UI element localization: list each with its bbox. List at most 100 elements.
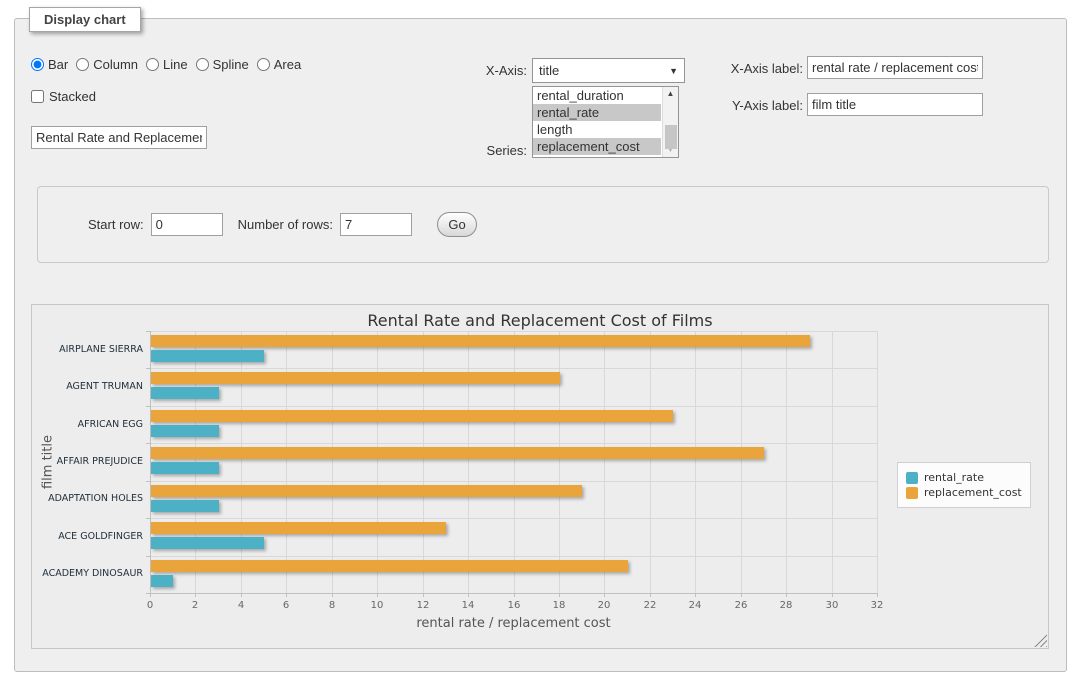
legend-swatch-icon	[906, 487, 918, 499]
chart-container: Rental Rate and Replacement Cost of Film…	[31, 304, 1049, 649]
chart-type-radio-area[interactable]	[257, 58, 270, 71]
gridline	[241, 331, 242, 593]
x-axis-select-label: X-Axis:	[445, 63, 527, 78]
bar-replacement_cost[interactable]	[151, 560, 628, 572]
bar-replacement_cost[interactable]	[151, 410, 673, 422]
bar-rental_rate[interactable]	[151, 575, 173, 587]
chart-type-group: Bar Column Line Spline Area	[31, 57, 309, 72]
chart-type-radio-bar[interactable]	[31, 58, 44, 71]
chart-type-option-spline[interactable]: Spline	[196, 57, 249, 72]
chart-type-label: Spline	[213, 57, 249, 72]
chart-type-radio-line[interactable]	[146, 58, 159, 71]
chart-type-option-line[interactable]: Line	[146, 57, 188, 72]
bar-replacement_cost[interactable]	[151, 447, 764, 459]
scroll-up-icon[interactable]: ▲	[663, 87, 678, 101]
bar-replacement_cost[interactable]	[151, 485, 582, 497]
series-option-rental_rate[interactable]: rental_rate	[533, 104, 661, 121]
gridline	[150, 518, 877, 519]
x-axis-tick-label: 0	[130, 600, 170, 611]
chart-type-radio-column[interactable]	[76, 58, 89, 71]
chart-type-label: Line	[163, 57, 188, 72]
x-axis-tick-label: 30	[812, 600, 852, 611]
series-option-length[interactable]: length	[533, 121, 661, 138]
x-axis-tick-label: 2	[175, 600, 215, 611]
start-row-label: Start row:	[88, 217, 144, 232]
series-option-rental_duration[interactable]: rental_duration	[533, 87, 661, 104]
legend-item-replacement_cost[interactable]: replacement_cost	[906, 486, 1022, 499]
x-axis-tick-label: 26	[721, 600, 761, 611]
gridline	[150, 481, 877, 482]
go-button[interactable]: Go	[437, 212, 477, 237]
legend-item-rental_rate[interactable]: rental_rate	[906, 471, 1022, 484]
gridline	[559, 331, 560, 593]
gridline	[832, 331, 833, 593]
gridline	[150, 443, 877, 444]
bar-rental_rate[interactable]	[151, 500, 219, 512]
bar-rental_rate[interactable]	[151, 350, 264, 362]
bar-rental_rate[interactable]	[151, 425, 219, 437]
x-axis-select[interactable]: title ▼	[532, 58, 685, 83]
chevron-down-icon: ▼	[669, 66, 678, 76]
series-options: rental_durationrental_ratelengthreplacem…	[533, 87, 661, 155]
gridline	[604, 331, 605, 593]
gridline	[377, 331, 378, 593]
series-option-replacement_cost[interactable]: replacement_cost	[533, 138, 661, 155]
series-listbox[interactable]: rental_durationrental_ratelengthreplacem…	[532, 86, 679, 158]
x-axis-label-input[interactable]	[807, 56, 983, 79]
display-chart-fieldset: Display chart BarColumnLineSplineArea St…	[14, 18, 1067, 672]
stacked-checkbox[interactable]	[31, 90, 44, 103]
num-rows-input[interactable]	[340, 213, 412, 236]
chart-type-radio-spline[interactable]	[196, 58, 209, 71]
bar-rental_rate[interactable]	[151, 537, 264, 549]
x-axis-tick-label: 14	[448, 600, 488, 611]
x-axis-tick-label: 10	[357, 600, 397, 611]
x-axis-tick	[877, 593, 878, 597]
x-axis-tick-label: 20	[584, 600, 624, 611]
gridline	[423, 331, 424, 593]
legend-swatch-icon	[906, 472, 918, 484]
y-axis-category-label: ADAPTATION HOLES	[31, 493, 143, 504]
chart-type-option-area[interactable]: Area	[257, 57, 301, 72]
y-axis-label-input[interactable]	[807, 93, 983, 116]
gridline	[786, 331, 787, 593]
resize-grip-icon[interactable]	[1034, 634, 1047, 647]
gridline	[514, 331, 515, 593]
bar-rental_rate[interactable]	[151, 387, 219, 399]
x-axis-tick-label: 6	[266, 600, 306, 611]
fieldset-legend: Display chart	[29, 7, 141, 32]
chart-title: Rental Rate and Replacement Cost of Film…	[32, 311, 1048, 330]
y-axis-category-label: ACADEMY DINOSAUR	[31, 568, 143, 579]
bar-rental_rate[interactable]	[151, 462, 219, 474]
chart-y-axis-title: film title	[41, 435, 56, 489]
gridline	[468, 331, 469, 593]
gridline	[741, 331, 742, 593]
bar-replacement_cost[interactable]	[151, 372, 560, 384]
start-row-input[interactable]	[151, 213, 223, 236]
x-axis-tick-label: 28	[766, 600, 806, 611]
stacked-label: Stacked	[49, 89, 96, 104]
gridline	[286, 331, 287, 593]
chart-type-option-column[interactable]: Column	[76, 57, 138, 72]
y-axis-label-label: Y-Axis label:	[715, 98, 803, 113]
gridline	[150, 368, 877, 369]
x-axis-tick-label: 8	[312, 600, 352, 611]
x-axis-label-label: X-Axis label:	[715, 61, 803, 76]
x-axis-tick-label: 16	[494, 600, 534, 611]
x-axis-tick-label: 4	[221, 600, 261, 611]
bar-replacement_cost[interactable]	[151, 335, 810, 347]
gridline	[695, 331, 696, 593]
legend-label: replacement_cost	[924, 486, 1022, 499]
bar-replacement_cost[interactable]	[151, 522, 446, 534]
chart-type-option-bar[interactable]: Bar	[31, 57, 68, 72]
series-select-label: Series:	[445, 143, 527, 158]
chart-type-label: Column	[93, 57, 138, 72]
chart-title-input[interactable]	[31, 126, 207, 149]
chart-plot-area: 02468101214161820222426283032AIRPLANE SI…	[150, 331, 877, 593]
gridline	[332, 331, 333, 593]
gridline	[650, 331, 651, 593]
y-axis-category-label: AGENT TRUMAN	[31, 381, 143, 392]
x-axis-select-value: title	[539, 63, 669, 78]
gridline	[877, 331, 878, 593]
series-scrollbar[interactable]: ▲ ▼	[662, 87, 678, 157]
scrollbar-thumb[interactable]	[665, 125, 677, 149]
